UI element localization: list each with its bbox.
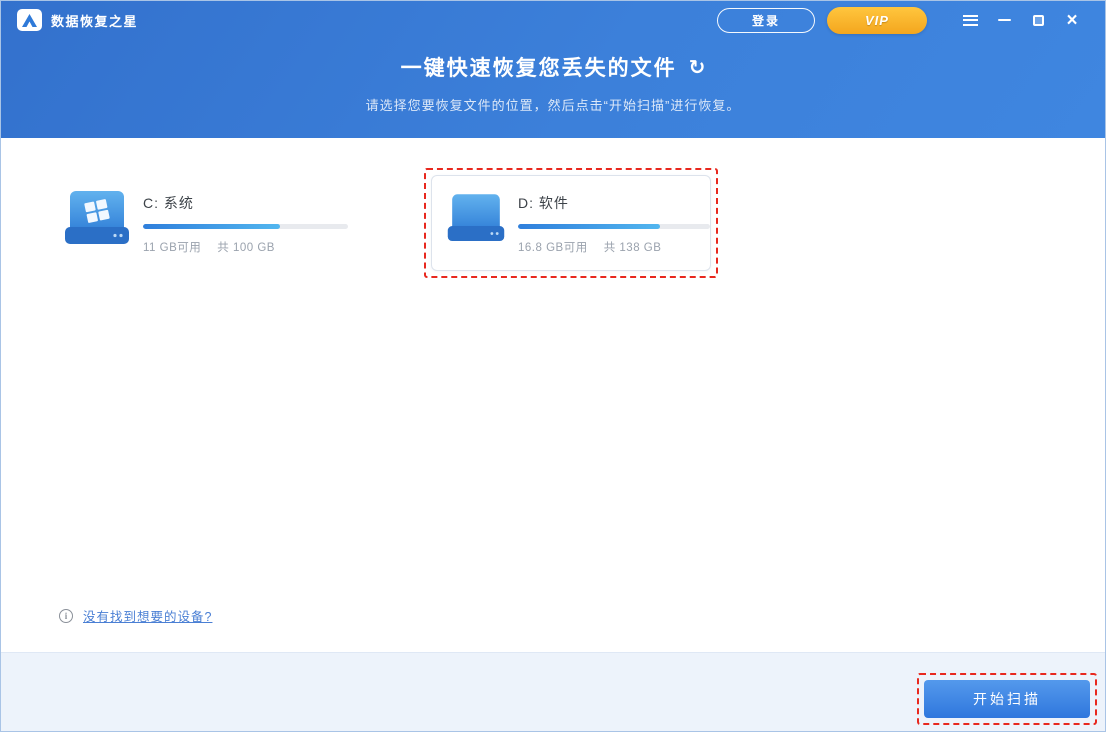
maximize-icon[interactable] (1021, 7, 1055, 33)
info-icon: i (59, 609, 73, 623)
drive-usage-bar (143, 224, 348, 229)
hero: 一键快速恢复您丢失的文件 ↻ 请选择您要恢复文件的位置，然后点击“开始扫描”进行… (1, 52, 1105, 114)
drive-name: C: 系统 (143, 193, 348, 213)
titlebar: 数据恢复之星 登录 VIP × (1, 1, 1105, 39)
help-row: i 没有找到想要的设备? (59, 606, 212, 625)
titlebar-right: 登录 VIP × (717, 7, 1089, 34)
drive-size-text: 16.8 GB可用 共 138 GB (518, 239, 710, 255)
drive-total-space: 共 100 GB (217, 239, 275, 255)
drive-list-area: C: 系统 11 GB可用 共 100 GB (1, 138, 1105, 652)
drive-usage-fill (143, 224, 280, 229)
app-logo-icon (17, 9, 42, 31)
vip-button[interactable]: VIP (827, 7, 927, 34)
system-drive-icon (63, 190, 131, 248)
drive-name: D: 软件 (518, 193, 710, 213)
app-window: 数据恢复之星 登录 VIP × 一键快速恢复您丢失的文件 ↻ 请选择您要恢复文件… (0, 0, 1106, 732)
page-subtitle: 请选择您要恢复文件的位置，然后点击“开始扫描”进行恢复。 (1, 95, 1105, 114)
device-not-found-link[interactable]: 没有找到想要的设备? (83, 606, 212, 625)
drive-usage-fill (518, 224, 660, 229)
page-title: 一键快速恢复您丢失的文件 (401, 52, 677, 82)
footer-bar: 开始扫描 (1, 652, 1105, 731)
drive-free-space: 16.8 GB可用 (518, 239, 588, 255)
drive-total-space: 共 138 GB (604, 239, 662, 255)
refresh-icon[interactable]: ↻ (689, 55, 706, 80)
data-drive-icon (446, 190, 506, 248)
menu-icon[interactable] (953, 7, 987, 33)
drive-usage-bar (518, 224, 710, 229)
drive-item-d[interactable]: D: 软件 16.8 GB可用 共 138 GB (431, 175, 711, 271)
app-title: 数据恢复之星 (51, 11, 138, 30)
annotation-box-scan-button: 开始扫描 (917, 673, 1097, 725)
annotation-box-drive-d: D: 软件 16.8 GB可用 共 138 GB (424, 168, 718, 278)
minimize-icon[interactable] (987, 7, 1021, 33)
window-controls: × (953, 7, 1089, 33)
login-button[interactable]: 登录 (717, 8, 815, 33)
drive-free-space: 11 GB可用 (143, 239, 201, 255)
header: 数据恢复之星 登录 VIP × 一键快速恢复您丢失的文件 ↻ 请选择您要恢复文件… (1, 1, 1105, 138)
close-icon[interactable]: × (1055, 7, 1089, 33)
logo-triangle-icon (22, 14, 37, 27)
drive-size-text: 11 GB可用 共 100 GB (143, 239, 348, 255)
start-scan-button[interactable]: 开始扫描 (924, 680, 1090, 718)
drive-item-c[interactable]: C: 系统 11 GB可用 共 100 GB (63, 190, 348, 255)
